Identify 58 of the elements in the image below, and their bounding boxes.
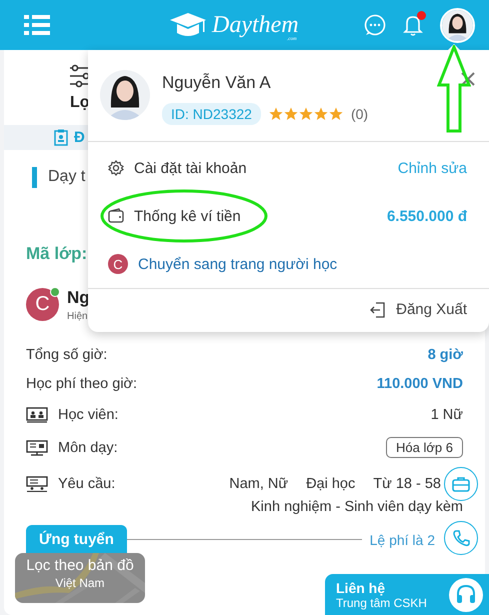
star-icon xyxy=(268,107,283,121)
detail-value: 110.000 VND xyxy=(376,376,463,392)
detail-label: Tổng số giờ: xyxy=(26,346,108,362)
fee-note: Lệ phí là 2 xyxy=(370,532,435,548)
bell-icon[interactable] xyxy=(402,13,424,37)
star-icon xyxy=(314,107,328,121)
rating-count: (0) xyxy=(350,106,368,122)
students-icon xyxy=(26,406,48,422)
card-title: Dạy t xyxy=(48,168,86,186)
contact-title: Liên hệ xyxy=(336,580,386,596)
detail-label: Học phí theo giờ: xyxy=(26,376,138,392)
chat-icon[interactable] xyxy=(364,14,386,36)
poster-name: Ng xyxy=(67,288,90,308)
detail-value: Đại học xyxy=(306,476,356,492)
detail-value: Từ 18 - 58 xyxy=(373,476,441,492)
menu-icon[interactable] xyxy=(24,14,50,36)
logout-button[interactable]: Đăng Xuất xyxy=(370,301,467,318)
detail-value: Kinh nghiệm - Sinh viên dạy kèm xyxy=(250,499,463,515)
map-filter-button[interactable]: Lọc theo bản đồ Việt Nam xyxy=(15,553,145,603)
detail-label: Học viên: xyxy=(58,406,118,422)
close-icon[interactable] xyxy=(461,72,475,86)
detail-value: Nam, Nữ xyxy=(229,476,288,492)
graduation-cap-icon xyxy=(168,12,208,38)
menu-item-label: Thống kê ví tiền xyxy=(134,208,241,224)
screen-icon xyxy=(26,476,48,492)
map-filter-subtitle: Việt Nam xyxy=(55,576,105,590)
logout-icon xyxy=(370,302,386,318)
subject-tag: Hóa lớp 6 xyxy=(386,437,463,458)
user-name: Nguyễn Văn A xyxy=(162,73,272,93)
map-filter-title: Lọc theo bản đồ xyxy=(26,557,134,574)
settings-icon xyxy=(108,160,124,176)
menu-item-label: Chuyển sang trang người học xyxy=(138,256,338,272)
detail-value: 1 Nữ xyxy=(430,406,463,422)
title-accent-bar xyxy=(32,166,37,188)
star-icon xyxy=(328,107,343,121)
detail-label: Môn dạy: xyxy=(58,440,118,456)
wallet-icon xyxy=(108,208,124,224)
poster-subtitle: Hiện xyxy=(67,311,89,322)
class-code-label: Mã lớp: xyxy=(26,244,88,264)
avatar: C xyxy=(108,254,128,274)
wallet-balance: 6.550.000 đ xyxy=(386,208,467,224)
star-icon xyxy=(298,107,313,121)
edit-link[interactable]: Chỉnh sửa xyxy=(398,160,467,176)
star-icon xyxy=(284,107,298,121)
avatar-initial: C xyxy=(35,293,50,316)
detail-label: Yêu cầu: xyxy=(58,476,116,492)
menu-item-label: Cài đặt tài khoản xyxy=(134,160,247,176)
contact-subtitle: Trung tâm CSKH xyxy=(336,596,427,610)
tab-label[interactable]: Đ xyxy=(74,129,85,146)
id-badge: ID: ND23322 xyxy=(162,103,261,125)
contact-button[interactable]: Liên hệ Trung tâm CSKH xyxy=(325,574,489,615)
briefcase-icon xyxy=(452,476,470,492)
board-icon xyxy=(26,440,48,456)
headset-icon xyxy=(455,584,477,606)
detail-value: 8 giờ xyxy=(428,346,463,362)
apply-button[interactable]: Ứng tuyển xyxy=(26,525,127,554)
clipboard-icon xyxy=(54,129,68,146)
phone-icon xyxy=(452,529,470,547)
